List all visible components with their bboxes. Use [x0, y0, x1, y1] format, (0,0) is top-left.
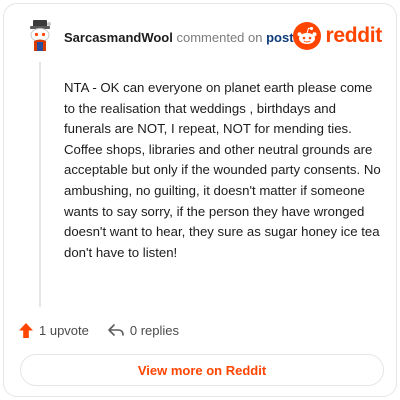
reddit-avatar-icon[interactable] — [22, 18, 58, 54]
comment-text: NTA - OK can everyone on planet earth pl… — [64, 80, 381, 260]
reddit-wordmark: reddit — [325, 24, 382, 47]
reply-icon — [108, 324, 124, 336]
post-link[interactable]: post — [266, 30, 293, 45]
commented-on-text: commented on — [176, 30, 263, 45]
comment-embed-card: SarcasmandWool commented on post reddit … — [3, 3, 397, 397]
byline: SarcasmandWool commented on post — [64, 30, 294, 46]
reply-action[interactable]: 0 replies — [107, 322, 179, 338]
thread-line — [39, 62, 41, 307]
reddit-brand[interactable]: reddit — [293, 22, 382, 50]
reddit-logo-icon — [293, 22, 322, 50]
reply-count: 0 replies — [129, 322, 180, 338]
upvote-arrow-icon — [19, 322, 33, 338]
comment-header: SarcasmandWool commented on post reddit — [22, 18, 384, 56]
comment-actions: 1 upvote 0 replies — [18, 320, 197, 340]
username-link[interactable]: SarcasmandWool — [64, 30, 173, 45]
upvote-action[interactable]: 1 upvote — [18, 322, 89, 339]
view-more-button[interactable]: View more on Reddit — [20, 354, 384, 386]
upvote-count: 1 upvote — [39, 322, 89, 338]
